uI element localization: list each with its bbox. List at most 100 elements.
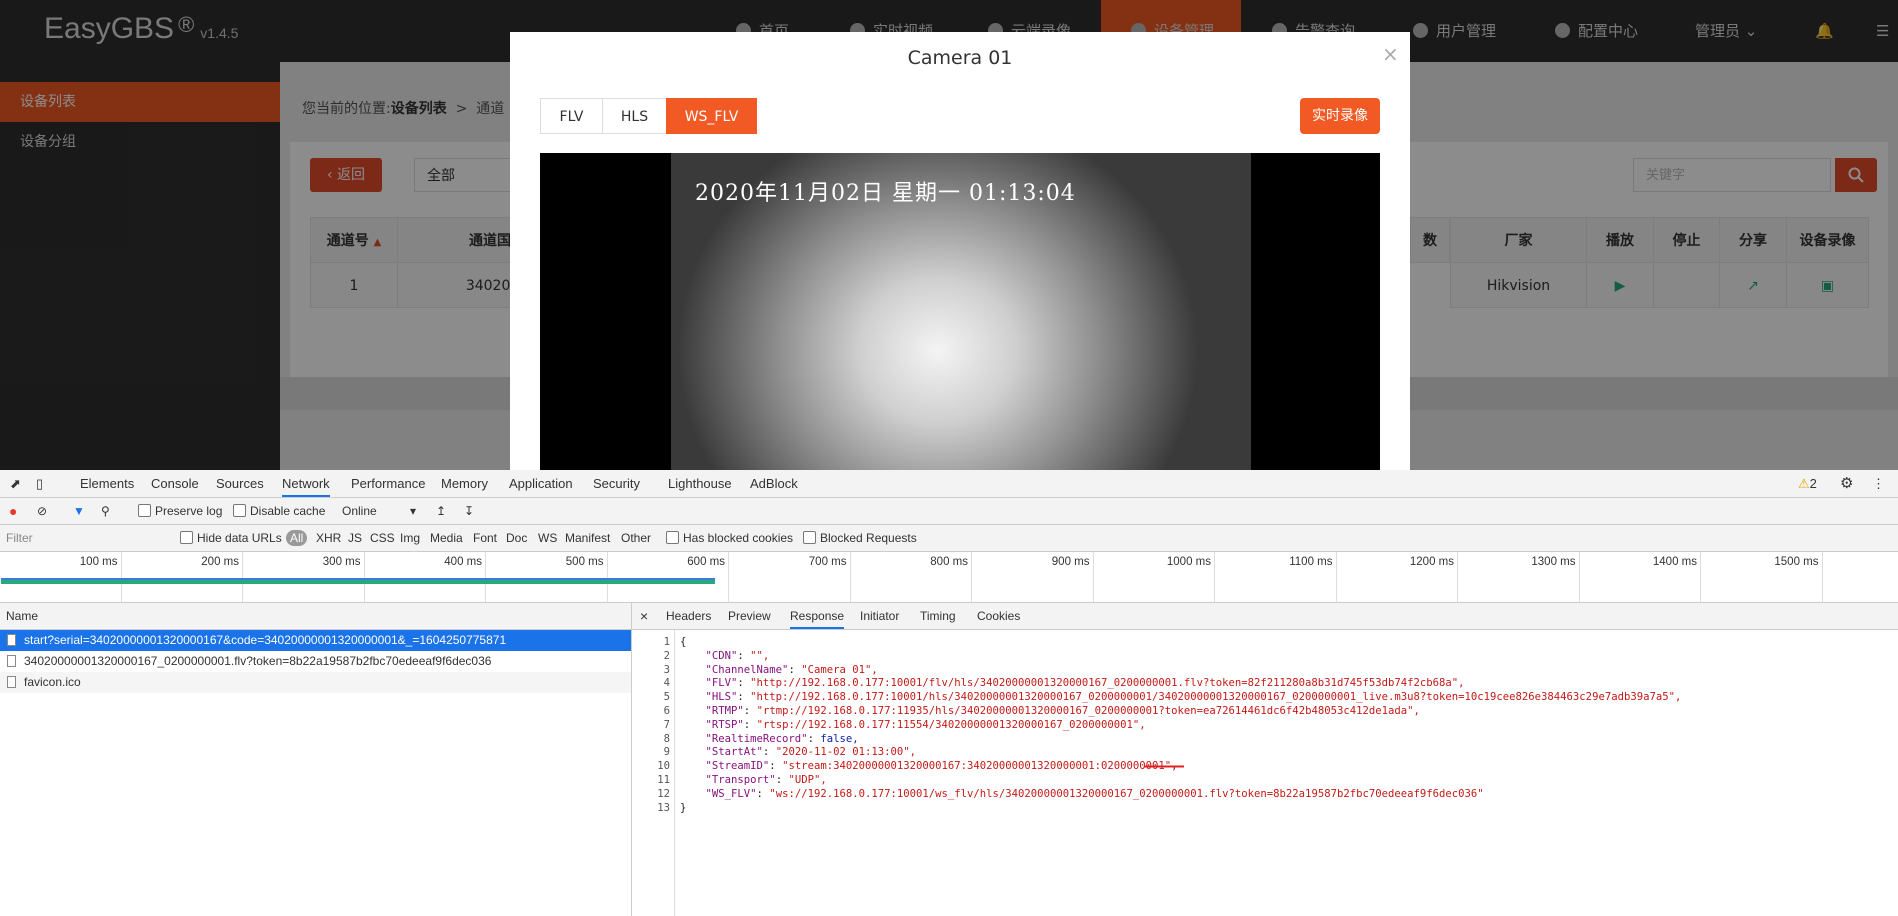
throttle-select[interactable]: Online ▾ xyxy=(342,498,416,524)
timeline-tick: 1500 ms xyxy=(1701,552,1823,602)
type-filter-doc[interactable]: Doc xyxy=(506,525,527,551)
timeline-tick: 1300 ms xyxy=(1458,552,1580,602)
clear-icon[interactable]: ⊘ xyxy=(37,498,47,524)
more-menu-icon[interactable]: ⋮ xyxy=(1872,470,1885,497)
json-key: "RTSP" xyxy=(705,718,744,731)
network-filterbar: Filter Hide data URLs All XHR JS CSS Img… xyxy=(0,525,1898,552)
timeline-tick-label: 200 ms xyxy=(201,556,239,568)
tab-preview[interactable]: Preview xyxy=(728,603,771,629)
type-filter-all[interactable]: All xyxy=(286,525,308,551)
code-line: "Transport": "UDP", xyxy=(705,774,827,786)
devtools-tabbar: ⬈ ▯ Elements Console Sources Network Per… xyxy=(0,470,1898,498)
json-key: "HLS" xyxy=(705,691,738,704)
json-key: "WS_FLV" xyxy=(705,787,757,800)
type-filter-img[interactable]: Img xyxy=(400,525,420,551)
type-filter-manifest[interactable]: Manifest xyxy=(565,525,610,551)
type-filter-media[interactable]: Media xyxy=(430,525,463,551)
line-number: 13 xyxy=(657,801,670,814)
warning-badge[interactable]: ⚠2 xyxy=(1798,470,1817,497)
code-line: "RTMP": "rtmp://192.168.0.177:11935/hls/… xyxy=(705,705,1420,717)
tab-console[interactable]: Console xyxy=(151,470,199,497)
timeline-tick-label: 900 ms xyxy=(1051,556,1090,568)
record-icon[interactable]: ● xyxy=(9,498,17,524)
tab-timing[interactable]: Timing xyxy=(920,603,956,629)
format-hls-button[interactable]: HLS xyxy=(602,98,667,134)
import-har-icon[interactable]: ↥ xyxy=(436,498,446,524)
json-value: "", xyxy=(750,649,770,662)
tab-initiator[interactable]: Initiator xyxy=(860,603,899,629)
line-number: 2 xyxy=(663,649,670,662)
settings-gear-icon[interactable]: ⚙ xyxy=(1840,470,1853,497)
code-line: "RealtimeRecord": false, xyxy=(705,732,859,745)
network-overview-timeline: 100 ms 200 ms 300 ms 400 ms 500 ms 600 ms 700 … xyxy=(0,552,1898,603)
json-key: "RTMP" xyxy=(705,705,744,717)
hide-data-urls-checkbox[interactable]: Hide data URLs xyxy=(180,525,282,551)
realtime-record-button[interactable]: 实时录像 xyxy=(1300,98,1380,134)
json-key: "CDN" xyxy=(705,649,738,662)
timeline-tick: 700 ms xyxy=(729,552,851,602)
tab-headers[interactable]: Headers xyxy=(666,603,711,629)
has-blocked-cookies-checkbox[interactable]: Has blocked cookies xyxy=(666,525,793,551)
tab-network[interactable]: Network xyxy=(282,470,330,497)
response-code-viewer[interactable]: 1 2 3 4 5 6 7 8 9 10 11 12 13 { "CDN": "", "ChannelN… xyxy=(632,630,1898,916)
timeline-tick: 1400 ms xyxy=(1580,552,1701,602)
request-list: Name start?serial=34020000001320000167&c… xyxy=(0,603,632,916)
document-icon xyxy=(7,634,16,646)
timeline-tick-label: 700 ms xyxy=(808,556,847,568)
type-filter-css[interactable]: CSS xyxy=(370,525,395,551)
close-icon[interactable]: × xyxy=(1382,42,1399,66)
blocked-requests-checkbox[interactable]: Blocked Requests xyxy=(803,525,917,551)
line-number: 8 xyxy=(663,732,670,745)
tab-memory[interactable]: Memory xyxy=(441,470,488,497)
format-flv-button[interactable]: FLV xyxy=(540,98,603,134)
type-filter-ws[interactable]: WS xyxy=(538,525,557,551)
tab-adblock[interactable]: AdBlock xyxy=(750,470,798,497)
search-icon[interactable]: ⚲ xyxy=(101,498,110,524)
export-har-icon[interactable]: ↧ xyxy=(464,498,474,524)
timeline-request-bar xyxy=(1,578,715,584)
json-key: "Transport" xyxy=(705,774,776,786)
json-key: "StartAt" xyxy=(705,746,763,759)
disable-cache-checkbox[interactable]: Disable cache xyxy=(233,498,325,524)
line-number: 1 xyxy=(663,636,670,648)
tab-lighthouse[interactable]: Lighthouse xyxy=(668,470,732,497)
type-filter-xhr[interactable]: XHR xyxy=(316,525,341,551)
video-player[interactable]: 2020年11月02日 星期一 01:13:04 xyxy=(540,153,1380,470)
json-value: "http://192.168.0.177:10001/flv/hls/3402… xyxy=(750,677,1465,690)
type-filter-js[interactable]: JS xyxy=(348,525,362,551)
timeline-tick: 800 ms xyxy=(851,552,972,602)
timeline-tick-label: 1000 ms xyxy=(1166,556,1211,568)
easygbs-app: EasyGBS ® v1.4.5 首页 实时视频 云端录像 设备管理 告警查询 用户… xyxy=(0,0,1898,470)
dropdown-arrow-icon: ▾ xyxy=(410,504,417,518)
filter-input[interactable]: Filter xyxy=(6,525,166,551)
tab-sources[interactable]: Sources xyxy=(216,470,264,497)
filter-icon[interactable]: ▼ xyxy=(73,498,85,524)
close-icon[interactable]: × xyxy=(640,603,648,629)
request-row[interactable]: favicon.ico xyxy=(0,672,631,693)
tab-elements[interactable]: Elements xyxy=(80,470,134,497)
inspect-icon[interactable]: ⬈ xyxy=(10,470,21,497)
line-number: 7 xyxy=(663,718,670,731)
json-value: "ws://192.168.0.177:10001/ws_flv/hls/340… xyxy=(769,787,1484,800)
tab-performance[interactable]: Performance xyxy=(351,470,425,497)
code-line: } xyxy=(680,801,687,814)
format-ws-flv-button[interactable]: WS_FLV xyxy=(666,98,757,134)
name-column-header[interactable]: Name xyxy=(0,603,631,630)
request-row[interactable]: start?serial=34020000001320000167&code=3… xyxy=(0,630,631,651)
code-line: "FLV": "http://192.168.0.177:10001/flv/h… xyxy=(705,677,1465,690)
tab-cookies[interactable]: Cookies xyxy=(977,603,1020,629)
code-line: "RTSP": "rtsp://192.168.0.177:11554/3402… xyxy=(705,718,1146,731)
type-filter-other[interactable]: Other xyxy=(621,525,651,551)
tab-security[interactable]: Security xyxy=(593,470,640,497)
device-toggle-icon[interactable]: ▯ xyxy=(36,470,43,497)
red-underline-annotation xyxy=(1144,765,1184,768)
json-key: "ChannelName" xyxy=(705,663,789,676)
tab-response[interactable]: Response xyxy=(790,603,845,629)
timeline-tick-label: 400 ms xyxy=(444,556,482,568)
preserve-log-checkbox[interactable]: Preserve log xyxy=(138,498,222,524)
request-row[interactable]: 34020000001320000167_0200000001.flv?toke… xyxy=(0,651,631,672)
type-filter-font[interactable]: Font xyxy=(473,525,497,551)
json-value: "Camera 01", xyxy=(801,663,878,676)
timeline-tick: 400 ms xyxy=(365,552,486,602)
tab-application[interactable]: Application xyxy=(509,470,573,497)
